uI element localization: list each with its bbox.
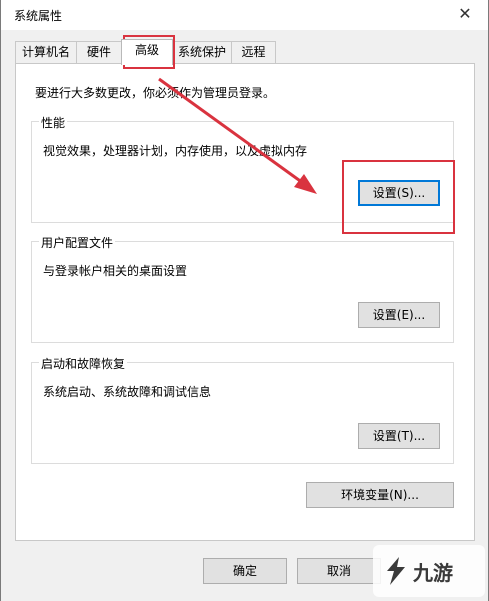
cancel-button[interactable]: 取消 bbox=[297, 558, 381, 584]
watermark: 九游 bbox=[373, 545, 485, 597]
watermark-text: 九游 bbox=[413, 561, 453, 585]
tab-advanced[interactable]: 高级 bbox=[121, 39, 173, 65]
jiuyou-logo-icon bbox=[387, 557, 405, 585]
red-arrow-annotation bbox=[158, 77, 317, 194]
system-properties-window: 系统属性 ✕ 计算机名 硬件 高级 系统保护 远程 要进行大多数更改，你必须作为… bbox=[0, 0, 489, 601]
ok-button[interactable]: 确定 bbox=[203, 558, 287, 584]
